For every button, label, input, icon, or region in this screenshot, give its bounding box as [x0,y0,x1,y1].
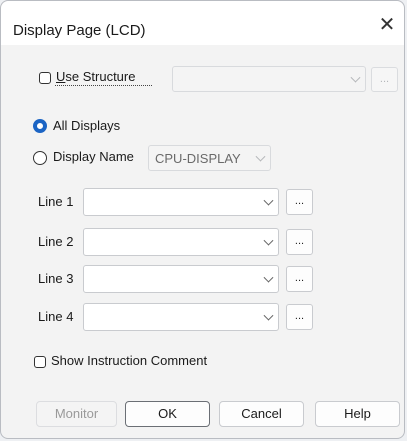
line-1-browse-button[interactable]: ... [286,189,313,215]
monitor-button[interactable]: Monitor [36,401,117,427]
ellipsis-icon: ... [294,235,305,247]
line-3-label: Line 3 [38,271,74,286]
display-name-combo[interactable]: CPU-DISPLAY [148,145,271,171]
all-displays-label[interactable]: All Displays [53,118,120,133]
chevron-down-icon [255,151,266,162]
line-1-label: Line 1 [38,194,74,209]
chevron-down-icon [263,310,274,321]
ellipsis-icon: ... [379,73,390,85]
line-4-label: Line 4 [38,309,74,324]
line-3-combo[interactable] [83,265,279,293]
line-3-browse-button[interactable]: ... [286,266,313,292]
chevron-down-icon [263,272,274,283]
line-2-combo[interactable] [83,228,279,256]
line-2-label: Line 2 [38,234,74,249]
display-name-radio[interactable] [33,151,47,165]
focus-rectangle [55,85,152,87]
chevron-down-icon [263,195,274,206]
title-bar: Display Page (LCD) ✕ [1,1,404,45]
line-1-combo[interactable] [83,188,279,216]
line-4-browse-button[interactable]: ... [286,304,313,330]
show-comment-checkbox[interactable] [34,356,46,368]
ellipsis-icon: ... [294,310,305,322]
structure-combo[interactable] [172,66,366,92]
ellipsis-icon: ... [294,272,305,284]
close-button[interactable]: ✕ [372,13,402,37]
line-4-combo[interactable] [83,303,279,331]
all-displays-radio[interactable] [33,119,47,133]
display-name-label[interactable]: Display Name [53,149,134,164]
help-button[interactable]: Help [315,401,400,427]
ellipsis-icon: ... [294,195,305,207]
chevron-down-icon [350,72,361,83]
show-comment-label[interactable]: Show Instruction Comment [51,353,207,368]
ok-button[interactable]: OK [125,401,210,427]
display-name-value: CPU-DISPLAY [155,151,241,166]
display-page-dialog: Display Page (LCD) ✕ Use Structure ... A… [0,0,405,439]
close-icon: ✕ [378,14,396,36]
use-structure-label[interactable]: Use Structure [56,69,135,84]
cancel-button[interactable]: Cancel [219,401,304,427]
line-2-browse-button[interactable]: ... [286,229,313,255]
use-structure-checkbox[interactable] [39,72,51,84]
chevron-down-icon [263,235,274,246]
dialog-title: Display Page (LCD) [13,22,146,39]
structure-browse-button[interactable]: ... [371,67,398,92]
